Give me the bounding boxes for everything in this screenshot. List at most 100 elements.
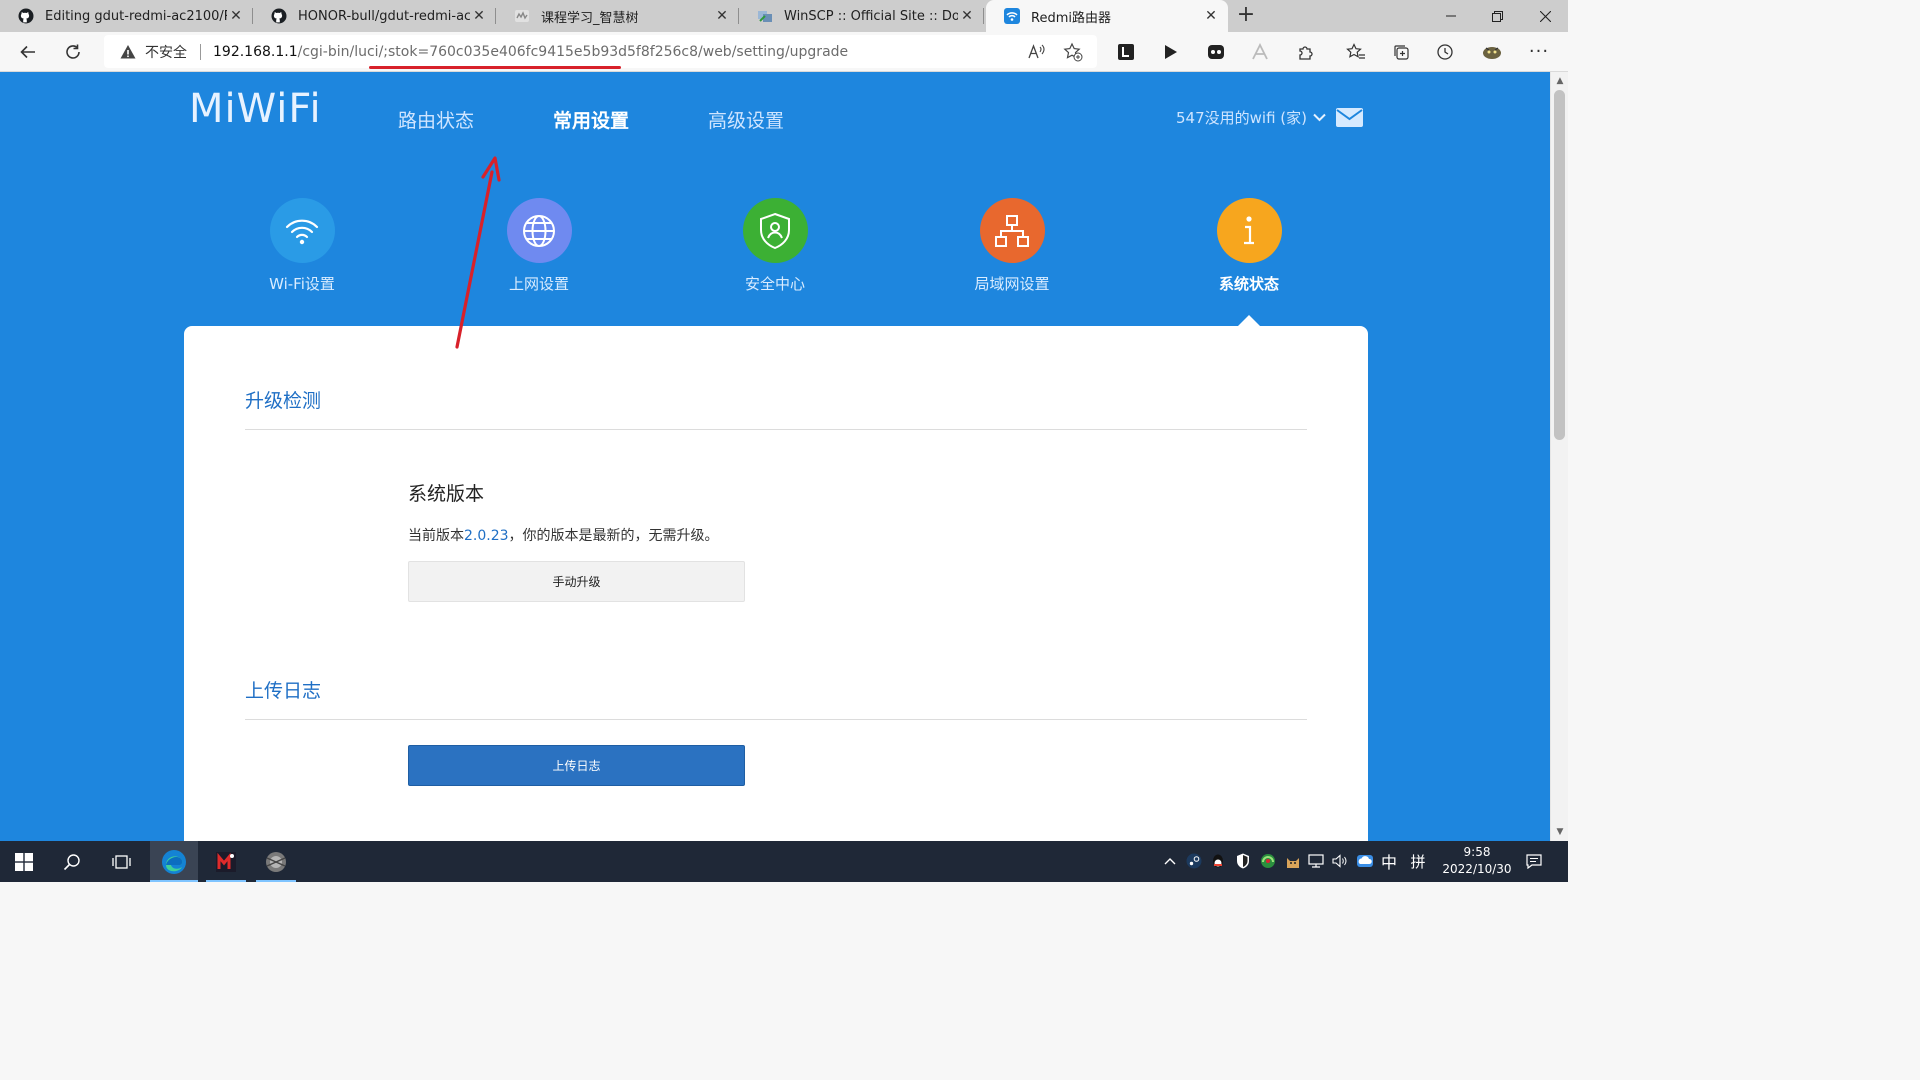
minimize-button[interactable] <box>1428 0 1474 32</box>
close-tab-icon[interactable]: ✕ <box>1202 7 1220 25</box>
collections-button[interactable] <box>1387 38 1415 66</box>
onedrive-tray-icon[interactable] <box>1355 851 1375 871</box>
ime-mode-indicator[interactable]: 拼 <box>1408 851 1428 871</box>
nav-router-status[interactable]: 路由状态 <box>398 106 474 133</box>
nav-common-settings[interactable]: 常用设置 <box>553 106 629 133</box>
wifi-account-dropdown[interactable]: 547没用的wifi (家) <box>1176 107 1326 128</box>
search-button[interactable] <box>48 841 96 882</box>
windows-logo-icon <box>15 852 33 871</box>
close-icon <box>1539 10 1551 22</box>
browser-tab[interactable]: Editing gdut-redmi-ac2100/READ ✕ <box>0 0 253 32</box>
upload-log-button[interactable]: 上传日志 <box>408 745 745 786</box>
history-icon <box>1437 44 1453 60</box>
windows-taskbar: 中 拼 9:58 2022/10/30 <box>0 841 1568 882</box>
category-system-status[interactable]: 系统状态 <box>1179 198 1319 294</box>
address-divider <box>200 43 201 60</box>
tab-title: HONOR-bull/gdut-redmi-ac210( <box>298 8 470 24</box>
restore-button[interactable] <box>1474 0 1520 32</box>
extension-l-icon <box>1118 44 1134 60</box>
category-icon-circle <box>269 198 335 263</box>
version-suffix: ，你的版本是最新的，无需升级。 <box>508 528 719 544</box>
extensions-button[interactable] <box>1292 38 1320 66</box>
start-button[interactable] <box>0 841 48 882</box>
taskbar-clock[interactable]: 9:58 2022/10/30 <box>1432 844 1522 878</box>
close-tab-icon[interactable]: ✕ <box>227 7 245 25</box>
browser-tab[interactable]: 课程学习_智慧树 ✕ <box>496 0 739 32</box>
zhihuishu-icon <box>514 8 530 24</box>
taskbar-edge[interactable] <box>150 841 198 882</box>
warning-icon[interactable] <box>120 44 136 60</box>
github-icon <box>271 8 287 24</box>
scrollbar-thumb[interactable] <box>1554 90 1565 440</box>
puzzle-icon <box>1299 46 1313 60</box>
version-prefix: 当前版本 <box>408 528 464 544</box>
close-tab-icon[interactable]: ✕ <box>470 7 488 25</box>
network-guard-tray-icon[interactable] <box>1258 851 1278 871</box>
browser-tab[interactable]: HONOR-bull/gdut-redmi-ac210( ✕ <box>253 0 496 32</box>
manual-upgrade-button[interactable]: 手动升级 <box>408 561 745 602</box>
category-security-center[interactable]: 安全中心 <box>705 198 845 294</box>
task-view-icon <box>112 854 131 869</box>
section-title-upgrade: 升级检测 <box>245 390 322 412</box>
task-view-button[interactable] <box>98 841 146 882</box>
content-panel: 升级检测 系统版本 当前版本2.0.23，你的版本是最新的，无需升级。 手动升级… <box>184 326 1368 841</box>
extension-button[interactable] <box>1202 38 1230 66</box>
security-shield-tray-icon[interactable] <box>1233 851 1253 871</box>
scroll-down-arrow-icon[interactable]: ▼ <box>1555 827 1565 837</box>
refresh-button[interactable] <box>59 38 87 66</box>
clock-date: 2022/10/30 <box>1442 862 1512 876</box>
nav-advanced-settings[interactable]: 高级设置 <box>708 106 784 133</box>
winscp-icon <box>757 8 773 24</box>
router-admin-page: MiWiFi 路由状态 常用设置 高级设置 547没用的wifi (家) Wi-… <box>0 72 1550 841</box>
taskbar-app[interactable] <box>252 841 300 882</box>
close-window-button[interactable] <box>1522 0 1568 32</box>
notification-center-button[interactable] <box>1524 851 1544 871</box>
restore-icon <box>1491 10 1503 22</box>
network-tray-icon[interactable] <box>1306 851 1326 871</box>
favorites-icon <box>1346 43 1365 59</box>
app-globe-icon <box>266 851 286 872</box>
category-wifi-settings[interactable]: Wi-Fi设置 <box>232 198 372 294</box>
back-button[interactable] <box>14 38 42 66</box>
taskbar-app[interactable] <box>202 841 250 882</box>
category-icon-circle <box>506 198 572 263</box>
category-lan-settings[interactable]: 局域网设置 <box>942 198 1082 294</box>
history-button[interactable] <box>1431 38 1459 66</box>
more-menu-button[interactable]: ··· <box>1525 38 1553 66</box>
volume-tray-icon[interactable] <box>1330 851 1350 871</box>
favorites-button[interactable] <box>1342 38 1370 66</box>
security-label[interactable]: 不安全 <box>145 42 187 62</box>
collections-icon <box>1394 45 1409 60</box>
app-red-icon <box>216 851 236 872</box>
tab-title: 课程学习_智慧树 <box>541 10 639 26</box>
avatar-icon <box>1483 47 1501 59</box>
version-title: 系统版本 <box>408 483 485 505</box>
category-label: 安全中心 <box>744 275 805 293</box>
mail-icon[interactable] <box>1336 108 1363 127</box>
extension-button[interactable] <box>1156 38 1184 66</box>
browser-tab[interactable]: WinSCP :: Official Site :: Downloa ✕ <box>739 0 984 32</box>
address-bar[interactable]: 不安全 192.168.1.1/cgi-bin/luci/;stok=760c0… <box>104 35 1097 68</box>
extension-button[interactable] <box>1112 38 1140 66</box>
minimize-icon <box>1446 15 1456 17</box>
read-aloud-icon[interactable] <box>1026 41 1048 63</box>
steam-tray-icon[interactable] <box>1184 851 1204 871</box>
ime-language-indicator[interactable]: 中 <box>1379 851 1399 872</box>
profile-button[interactable] <box>1478 38 1506 66</box>
browser-tab-active[interactable]: Redmi路由器 ✕ <box>986 0 1228 32</box>
chevron-up-icon <box>1164 858 1176 865</box>
cat-tray-icon[interactable] <box>1283 851 1303 871</box>
close-tab-icon[interactable]: ✕ <box>958 7 976 25</box>
section-divider <box>245 719 1307 720</box>
scroll-up-arrow-icon[interactable]: ▲ <box>1555 76 1565 86</box>
annotation-underline <box>369 66 621 69</box>
new-tab-button[interactable]: + <box>1235 4 1257 28</box>
page-scrollbar[interactable]: ▲ ▼ <box>1550 72 1568 841</box>
close-tab-icon[interactable]: ✕ <box>713 7 731 25</box>
qq-tray-icon[interactable] <box>1208 851 1228 871</box>
add-favorite-icon[interactable] <box>1062 41 1084 63</box>
show-hidden-icons[interactable] <box>1160 851 1180 871</box>
extension-button[interactable] <box>1246 38 1274 66</box>
extension-a-icon <box>1252 43 1268 60</box>
miwifi-logo[interactable]: MiWiFi <box>189 86 322 132</box>
